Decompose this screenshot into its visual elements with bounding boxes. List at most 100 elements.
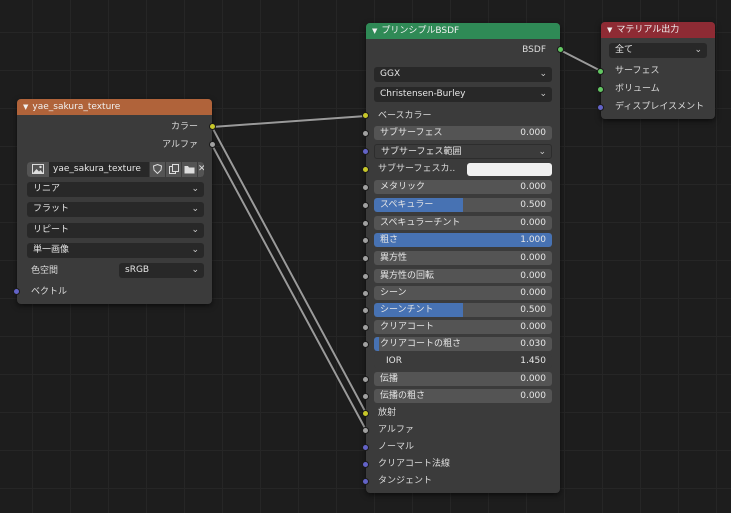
clearcoat-roughness-fill: [374, 337, 380, 351]
sheen-tint-label: シーンチント: [380, 305, 434, 315]
color-space-dropdown[interactable]: sRGB ⌄: [119, 263, 204, 278]
transmission-value: 0.000: [520, 374, 546, 384]
input-displacement-socket[interactable]: [597, 104, 604, 111]
anisotropic-slider[interactable]: 異方性 0.000: [374, 251, 552, 265]
input-clearcoat-roughness-socket[interactable]: [362, 341, 369, 348]
input-transmission-roughness-socket[interactable]: [362, 393, 369, 400]
subsurface-radius-dropdown[interactable]: サブサーフェス範囲 ⌄: [374, 144, 552, 159]
transmission-roughness-label: 伝播の粗さ: [380, 391, 426, 401]
principled-bsdf-node-header[interactable]: ▼ プリンシプルBSDF: [366, 23, 560, 39]
input-base-color-label: ベースカラー: [378, 111, 432, 121]
projection-dropdown[interactable]: フラット ⌄: [27, 202, 204, 217]
image-name-field[interactable]: yae_sakura_texture: [53, 162, 141, 177]
output-alpha-label: アルファ: [162, 140, 198, 150]
distribution-dropdown[interactable]: GGX ⌄: [374, 67, 552, 82]
input-anisotropic-socket[interactable]: [362, 255, 369, 262]
link-color-to-emission-line: [211, 126, 367, 414]
input-specular-socket[interactable]: [362, 202, 369, 209]
chevron-down-icon: ⌄: [539, 89, 547, 99]
sheen-value: 0.000: [520, 288, 546, 298]
node-title: プリンシプルBSDF: [381, 26, 460, 36]
subsurface-value: 0.000: [520, 128, 546, 138]
projection-value: フラット: [33, 204, 70, 214]
specular-slider[interactable]: スペキュラー 0.500: [374, 198, 552, 212]
chevron-down-icon: ⌄: [539, 69, 547, 79]
input-alpha-socket[interactable]: [362, 427, 369, 434]
subsurface-color-swatch[interactable]: [467, 163, 552, 176]
input-metallic-socket[interactable]: [362, 184, 369, 191]
subsurface-method-dropdown[interactable]: Christensen-Burley ⌄: [374, 87, 552, 102]
close-icon[interactable]: ✕: [197, 162, 204, 177]
chevron-down-icon: ⌄: [191, 204, 199, 214]
subsurface-slider[interactable]: サブサーフェス 0.000: [374, 126, 552, 140]
sheen-slider[interactable]: シーン 0.000: [374, 286, 552, 300]
input-clearcoat-normal-socket[interactable]: [362, 461, 369, 468]
extension-dropdown[interactable]: リピート ⌄: [27, 223, 204, 238]
folder-icon[interactable]: [181, 162, 197, 177]
clearcoat-value: 0.000: [520, 322, 546, 332]
collapse-triangle-icon[interactable]: ▼: [23, 103, 28, 111]
transmission-roughness-slider[interactable]: 伝播の粗さ 0.000: [374, 389, 552, 403]
principled-bsdf-node[interactable]: ▼ プリンシプルBSDF BSDF GGX ⌄ Christensen-Burley…: [362, 23, 564, 493]
input-vector-socket[interactable]: [13, 288, 20, 295]
fake-user-shield-icon[interactable]: [149, 162, 165, 177]
clearcoat-slider[interactable]: クリアコート 0.000: [374, 320, 552, 334]
interpolation-dropdown[interactable]: リニア ⌄: [27, 182, 204, 197]
input-clearcoat-socket[interactable]: [362, 324, 369, 331]
color-space-value: sRGB: [125, 265, 150, 275]
input-normal-socket[interactable]: [362, 444, 369, 451]
metallic-slider[interactable]: メタリック 0.000: [374, 180, 552, 194]
specular-tint-slider[interactable]: スペキュラーチント 0.000: [374, 216, 552, 230]
input-roughness-socket[interactable]: [362, 237, 369, 244]
input-clearcoat-normal-label: クリアコート法線: [378, 459, 451, 469]
input-subsurface-color-socket[interactable]: [362, 166, 369, 173]
node-title: yae_sakura_texture: [32, 102, 121, 112]
input-base-color-socket[interactable]: [362, 112, 369, 119]
input-vector-label: ベクトル: [31, 287, 68, 297]
ior-field[interactable]: IOR 1.450: [374, 354, 552, 368]
image-texture-node[interactable]: ▼ yae_sakura_texture カラー アルファ yae_sakura_…: [13, 99, 216, 304]
image-texture-node-header[interactable]: ▼ yae_sakura_texture: [17, 99, 212, 115]
target-dropdown[interactable]: 全て ⌄: [609, 43, 707, 58]
input-surface-socket[interactable]: [597, 68, 604, 75]
output-alpha-socket[interactable]: [209, 141, 216, 148]
input-displacement-label: ディスプレイスメント: [615, 102, 705, 112]
specular-tint-value: 0.000: [520, 218, 546, 228]
collapse-triangle-icon[interactable]: ▼: [607, 26, 612, 34]
input-volume-socket[interactable]: [597, 86, 604, 93]
roughness-label: 粗さ: [380, 235, 399, 245]
output-bsdf-socket[interactable]: [557, 46, 564, 53]
link-bsdf-to-surface: [558, 48, 603, 73]
input-anisotropic-rotation-socket[interactable]: [362, 273, 369, 280]
duplicate-icon[interactable]: [165, 162, 181, 177]
input-transmission-socket[interactable]: [362, 376, 369, 383]
input-subsurface-radius-socket[interactable]: [362, 148, 369, 155]
image-datablock-selector[interactable]: yae_sakura_texture ✕: [27, 162, 204, 177]
input-emission-socket[interactable]: [362, 410, 369, 417]
chevron-down-icon: ⌄: [538, 147, 546, 157]
input-tangent-socket[interactable]: [362, 478, 369, 485]
specular-label: スペキュラー: [380, 200, 434, 210]
material-output-node-header[interactable]: ▼ マテリアル出力: [601, 22, 715, 38]
input-specular-tint-socket[interactable]: [362, 220, 369, 227]
image-browse-icon[interactable]: [27, 162, 49, 177]
collapse-triangle-icon[interactable]: ▼: [372, 27, 377, 35]
source-dropdown[interactable]: 単一画像 ⌄: [27, 243, 204, 258]
specular-value: 0.500: [520, 200, 546, 210]
output-color-label: カラー: [170, 122, 198, 132]
anisotropic-rotation-slider[interactable]: 異方性の回転 0.000: [374, 269, 552, 283]
sheen-tint-slider[interactable]: シーンチント 0.500: [374, 303, 552, 317]
material-output-node[interactable]: ▼ マテリアル出力 全て ⌄ サーフェス ボリューム ディスプレイスメント: [597, 22, 715, 119]
anisotropic-rotation-label: 異方性の回転: [380, 271, 435, 281]
input-sheen-tint-socket[interactable]: [362, 307, 369, 314]
output-color-socket[interactable]: [209, 123, 216, 130]
input-tangent-label: タンジェント: [378, 476, 433, 486]
input-sheen-socket[interactable]: [362, 290, 369, 297]
clearcoat-roughness-slider[interactable]: クリアコートの粗さ 0.030: [374, 337, 552, 351]
input-subsurface-socket[interactable]: [362, 130, 369, 137]
transmission-slider[interactable]: 伝播 0.000: [374, 372, 552, 386]
chevron-down-icon: ⌄: [191, 245, 199, 255]
roughness-slider[interactable]: 粗さ 1.000: [374, 233, 552, 247]
extension-value: リピート: [33, 225, 70, 235]
sheen-tint-value: 0.500: [520, 305, 546, 315]
